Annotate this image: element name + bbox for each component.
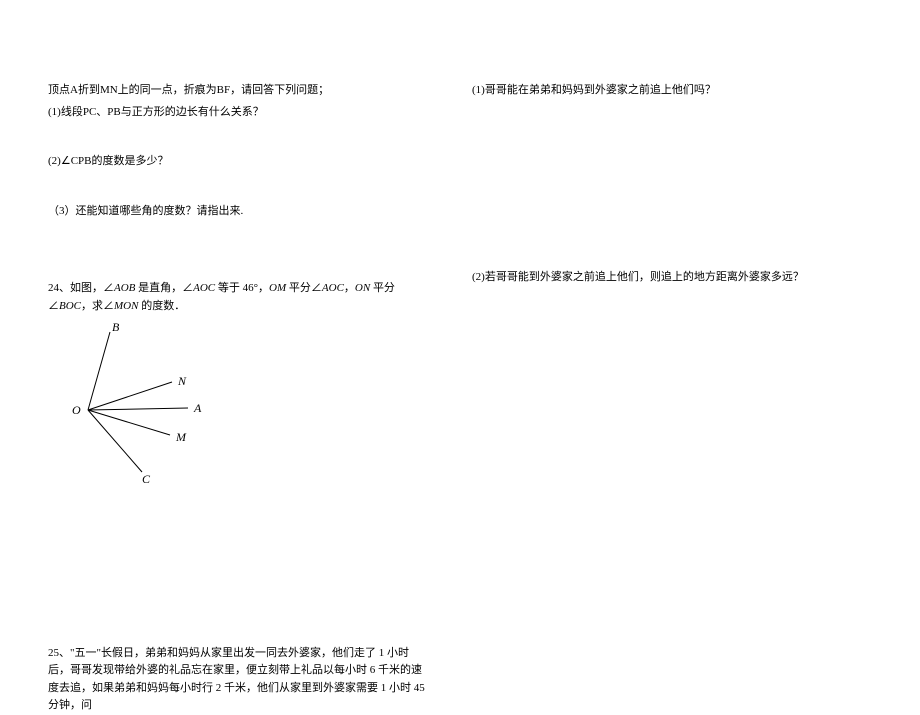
q24-part: 等于 46°， <box>215 282 269 294</box>
diagram-svg <box>60 320 240 495</box>
question-2: (2)∠CPB的度数是多少？ <box>48 153 430 171</box>
intro-text: 顶点A折到MN上的同一点，折痕为BF，请回答下列问题； <box>48 82 430 100</box>
question-24: 24、如图，∠AOB 是直角，∠AOC 等于 46°，OM 平分∠AOC，ON … <box>48 280 430 315</box>
q24-part: ， <box>344 282 355 294</box>
q24-boc: BOC <box>59 300 81 312</box>
label-A: A <box>194 401 201 416</box>
question-1: (1)线段PC、PB与正方形的边长有什么关系？ <box>48 104 430 122</box>
spacer <box>48 224 430 280</box>
spacer <box>48 495 430 645</box>
q24-om: OM <box>269 282 286 294</box>
label-C: C <box>142 472 150 487</box>
q24-aob: AOB <box>114 282 135 294</box>
spacer <box>472 104 880 269</box>
right-q2: (2)若哥哥能到外婆家之前追上他们，则追上的地方距离外婆家多远？ <box>472 269 880 287</box>
q24-part: ，求∠ <box>81 300 114 312</box>
label-N: N <box>178 374 186 389</box>
angle-diagram: B N A M C O <box>60 320 240 495</box>
right-column: (1)哥哥能在弟弟和妈妈到外婆家之前追上他们吗？ (2)若哥哥能到外婆家之前追上… <box>460 0 920 665</box>
q24-on: ON <box>355 282 370 294</box>
question-3: （3）还能知道哪些角的度数？请指出来. <box>48 203 430 221</box>
spacer <box>48 175 430 203</box>
document-page: 顶点A折到MN上的同一点，折痕为BF，请回答下列问题； (1)线段PC、PB与正… <box>0 0 920 665</box>
spacer <box>48 125 430 153</box>
q24-aoc: AOC <box>193 282 215 294</box>
label-B: B <box>112 320 119 335</box>
q24-part: 24、如图，∠ <box>48 282 114 294</box>
q24-mon: MON <box>114 300 138 312</box>
label-O: O <box>72 403 81 418</box>
label-M: M <box>176 430 186 445</box>
right-q1: (1)哥哥能在弟弟和妈妈到外婆家之前追上他们吗？ <box>472 82 880 100</box>
left-column: 顶点A折到MN上的同一点，折痕为BF，请回答下列问题； (1)线段PC、PB与正… <box>0 0 460 665</box>
question-25: 25、"五一"长假日，弟弟和妈妈从家里出发一同去外婆家，他们走了 1 小时后，哥… <box>48 645 430 715</box>
q24-part: 平分∠ <box>286 282 322 294</box>
q24-aoc2: AOC <box>322 282 344 294</box>
q24-part: 的度数． <box>138 300 185 312</box>
q24-part: 是直角，∠ <box>135 282 193 294</box>
